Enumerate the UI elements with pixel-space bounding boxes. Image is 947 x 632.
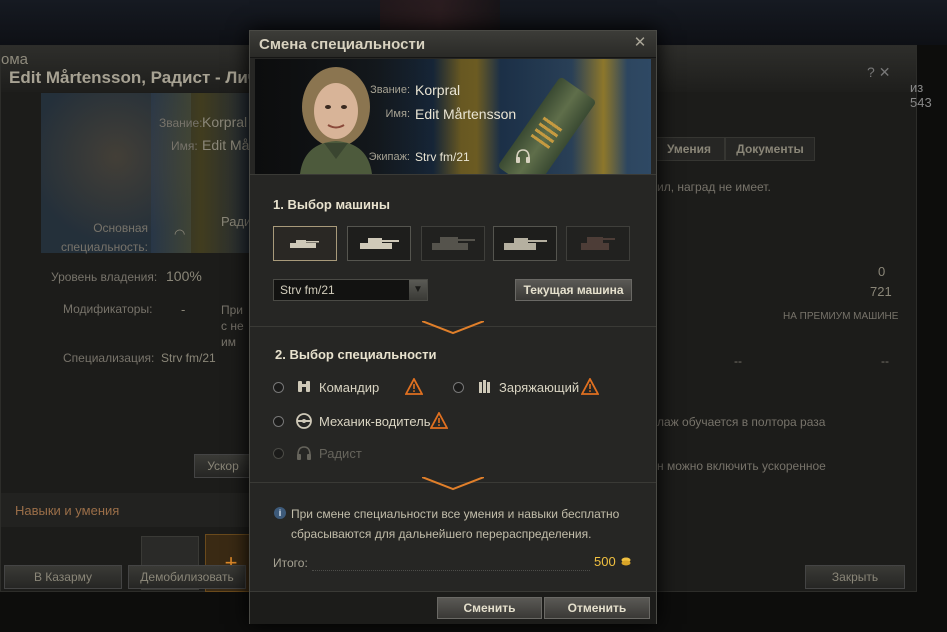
dialog-title: Смена специальности	[259, 36, 426, 53]
steering-wheel-icon	[296, 413, 312, 429]
close-icon[interactable]: ✕	[879, 64, 891, 80]
bg-modifiers-label: Модификаторы:	[63, 302, 153, 316]
name-value: Edit Mårtensson	[415, 106, 517, 122]
warning-icon	[405, 378, 423, 395]
background-title-left: ома	[1, 51, 28, 68]
crew-value: Strv fm/21	[415, 150, 470, 164]
cancel-button[interactable]: Отменить	[544, 597, 650, 619]
shells-icon	[479, 380, 490, 393]
medium-tank-icon	[360, 238, 399, 249]
bg-stat-1: 0	[878, 264, 886, 279]
dialog-footer: Сменить Отменить	[250, 591, 656, 624]
vehicle-select[interactable]: Strv fm/21 ▼	[273, 279, 428, 301]
close-icon[interactable]: ✕	[632, 34, 648, 52]
total-leader	[312, 569, 590, 571]
rank-label: Звание:	[370, 84, 410, 96]
bg-modifiers-value: -	[181, 302, 186, 317]
loader-label: Заряжающий	[499, 380, 580, 395]
bg-right-count: из 543	[910, 80, 932, 110]
bg-rank-value: Korpral	[202, 114, 248, 130]
warning-icon	[430, 412, 448, 429]
bg-specialization-value: Strv fm/21	[161, 351, 216, 365]
skills-section: Навыки и умения	[1, 493, 251, 527]
section-vehicle-title: 1. Выбор машины	[273, 197, 390, 212]
close-button[interactable]: Закрыть	[805, 565, 905, 589]
vehicle-option-td-tank[interactable]	[493, 226, 557, 261]
gold-icon	[621, 557, 631, 566]
bg-premium-vehicle: НА ПРЕМИУМ МАШИНЕ	[783, 311, 899, 322]
heavy-tank-icon	[432, 237, 475, 250]
total-value: 500	[594, 554, 616, 569]
bg-specialization-label: Специализация:	[63, 351, 155, 365]
change-button[interactable]: Сменить	[437, 597, 542, 619]
dialog-header: Смена специальности ✕	[250, 31, 656, 58]
bg-awards-note: ил, наград не имеет.	[657, 180, 771, 194]
vehicle-option-medium-tank[interactable]	[347, 226, 411, 261]
bg-mastery-value: 100%	[166, 268, 202, 284]
rank-value: Korpral	[415, 82, 461, 98]
light-tank-icon	[290, 240, 319, 248]
td-tank-icon	[504, 238, 547, 250]
vehicle-select-value: Strv fm/21	[280, 283, 335, 297]
bg-modifiers-note: При с не им	[221, 303, 244, 349]
bg-primary-spec-label: Основная специальность:	[60, 221, 148, 254]
bg-stat-2: 721	[870, 284, 892, 299]
total-label: Итого:	[273, 556, 308, 570]
vehicle-option-spg-tank[interactable]	[566, 226, 630, 261]
chevron-down-icon[interactable]: ▼	[409, 280, 427, 300]
help-icon[interactable]: ?	[867, 64, 875, 80]
driver-radio[interactable]	[273, 416, 284, 427]
radio-radio	[273, 448, 284, 459]
bg-name-value: Edit Mår	[202, 137, 255, 153]
current-vehicle-button[interactable]: Текущая машина	[515, 279, 632, 301]
bg-primary-spec-value: Ради	[221, 214, 252, 229]
tab-documents[interactable]: Документы	[725, 137, 815, 161]
binoculars-icon	[298, 381, 310, 392]
demobilize-button[interactable]: Демобилизовать	[128, 565, 246, 589]
headphones-icon	[516, 149, 530, 163]
bg-note-1: лаж обучается в полтора раза	[657, 415, 826, 429]
section-chevron-1	[422, 321, 484, 335]
top-strip	[380, 0, 500, 32]
info-icon: i	[274, 507, 286, 519]
hero-divider	[250, 174, 656, 175]
skills-section-label: Навыки и умения	[15, 503, 120, 518]
radio-label: Радист	[319, 446, 362, 461]
headphones-icon: ◠	[174, 226, 186, 241]
bg-rank-label: Звание:	[159, 116, 203, 130]
barracks-button[interactable]: В Казарму	[4, 565, 122, 589]
vehicle-option-light-tank[interactable]	[273, 226, 337, 261]
accelerate-button[interactable]: Ускор	[194, 454, 252, 478]
section-specialty-title: 2. Выбор специальности	[275, 347, 437, 362]
bg-note-2: н можно включить ускоренное	[657, 459, 826, 473]
loader-radio[interactable]	[453, 382, 464, 393]
info-text: При смене специальности все умения и нав…	[291, 507, 620, 541]
background-window-icons[interactable]: ? ✕	[867, 64, 890, 81]
change-specialty-dialog: Смена специальности ✕ Звание: Korpral Им…	[249, 30, 657, 624]
name-label: Имя:	[385, 108, 410, 120]
bg-name-label: Имя:	[171, 139, 198, 153]
commander-label: Командир	[319, 380, 380, 395]
background-title: Edit Mårtensson, Радист - Личное	[9, 68, 288, 87]
tab-skills[interactable]: Умения	[653, 137, 725, 161]
commander-radio[interactable]	[273, 382, 284, 393]
driver-label: Механик-водитель	[319, 414, 431, 429]
section-chevron-2	[422, 477, 484, 491]
headphones-icon	[297, 446, 311, 460]
bg-dash-1: --	[734, 354, 742, 368]
crew-label: Экипаж:	[368, 151, 410, 163]
vehicle-option-heavy-tank[interactable]	[421, 226, 485, 261]
bg-mastery-label: Уровень владения:	[51, 270, 158, 284]
warning-icon	[581, 378, 599, 395]
bg-dash-2: --	[881, 354, 889, 368]
spg-tank-icon	[581, 237, 615, 250]
crew-hero: Звание: Korpral Имя: Edit Mårtensson Эки…	[255, 59, 651, 174]
